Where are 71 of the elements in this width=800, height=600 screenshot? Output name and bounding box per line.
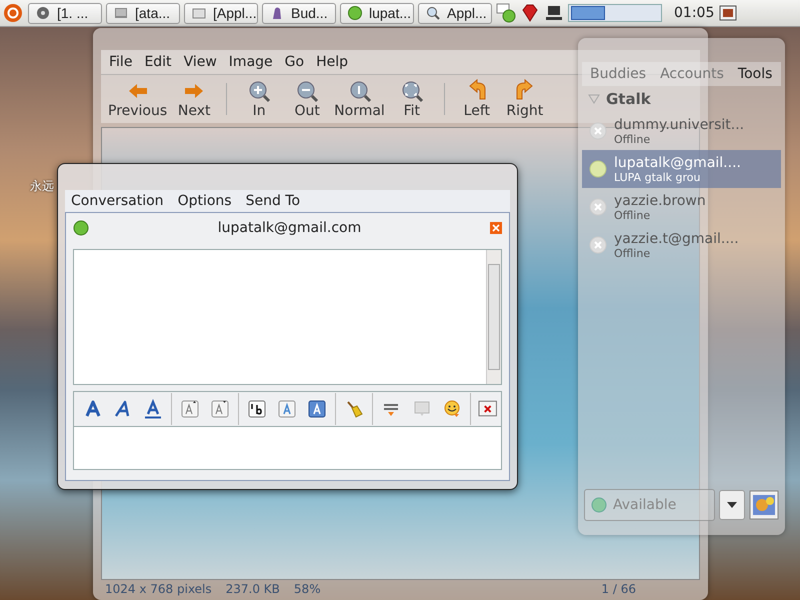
- buddy-name: dummy.universit...: [614, 116, 744, 132]
- menu-item[interactable]: Help: [316, 54, 348, 70]
- font-larger-icon: [180, 399, 200, 419]
- menu-item[interactable]: Send To: [246, 193, 300, 209]
- network-icon[interactable]: [544, 3, 564, 23]
- dropdown-button[interactable]: [719, 490, 745, 520]
- menu-item[interactable]: Go: [284, 54, 304, 70]
- zoom-in-icon: [247, 79, 272, 103]
- group-name: Gtalk: [606, 90, 651, 108]
- ubuntu-logo-icon[interactable]: [2, 2, 24, 24]
- close-tab-icon[interactable]: [478, 400, 497, 418]
- monitor-icon: [113, 5, 129, 21]
- menu-item[interactable]: Image: [228, 54, 273, 70]
- buddy-item[interactable]: yazzie.t@gmail.... Offline: [582, 226, 781, 264]
- toolbar-button[interactable]: Out: [286, 77, 328, 121]
- taskbar-button[interactable]: [1. ...: [28, 2, 102, 24]
- menu-item[interactable]: Tools: [738, 66, 772, 82]
- bold-icon: [83, 399, 104, 419]
- message-input-field[interactable]: [73, 426, 502, 470]
- menu-item[interactable]: View: [184, 54, 217, 70]
- buddy-status: Offline: [614, 246, 652, 260]
- show-desktop-icon[interactable]: [718, 3, 738, 23]
- buddy-status: Offline: [614, 132, 652, 146]
- disc-icon: [35, 5, 51, 21]
- buddy-status: Offline: [614, 208, 652, 222]
- toolbar-button[interactable]: Next: [173, 77, 216, 121]
- zoom-fit-icon: [400, 79, 424, 103]
- workspace-switcher[interactable]: [568, 4, 662, 22]
- taskbar-button[interactable]: lupat...: [340, 2, 414, 24]
- taskbar-button[interactable]: Bud...: [262, 2, 336, 24]
- menu-item[interactable]: File: [109, 54, 132, 70]
- buddy-item[interactable]: dummy.universit... Offline: [582, 112, 781, 150]
- buddy-status: LUPA gtalk grou: [614, 170, 702, 184]
- clock[interactable]: 01:05: [674, 5, 714, 21]
- status-text: 58%: [294, 582, 321, 598]
- taskbar-button[interactable]: Appl...: [418, 2, 492, 24]
- buddy-name: yazzie.brown: [614, 192, 706, 208]
- close-icon[interactable]: [490, 222, 502, 234]
- available-status-icon: [347, 5, 363, 21]
- available-status-icon: [591, 497, 607, 513]
- status-text: 1024 x 768 pixels: [105, 582, 212, 598]
- smiley-icon: [442, 399, 462, 419]
- menu-item[interactable]: Conversation: [71, 193, 164, 209]
- buddy-name: yazzie.t@gmail....: [614, 230, 739, 246]
- caret-icon: [727, 502, 737, 508]
- toolbar-button[interactable]: Right: [504, 77, 546, 121]
- toolbar-button[interactable]: Fit: [390, 77, 433, 121]
- underline-icon: [143, 399, 164, 419]
- toolbar-button[interactable]: In: [238, 77, 280, 121]
- scrollbar[interactable]: [486, 250, 501, 384]
- text-color-icon: [277, 399, 298, 419]
- zoom-normal-icon: [348, 79, 372, 103]
- font-smaller-icon: [210, 399, 230, 419]
- menu-item[interactable]: Edit: [144, 54, 172, 70]
- page-counter: 1 / 66: [601, 582, 636, 598]
- buddy-item[interactable]: yazzie.brown Offline: [582, 188, 781, 226]
- conversation-title: lupatalk@gmail.com: [216, 220, 362, 236]
- status-text: 237.0 KB: [226, 582, 280, 598]
- taskbar-button[interactable]: [Appl...: [184, 2, 258, 24]
- buddy-name: lupatalk@gmail....: [614, 154, 741, 170]
- chat-status-icon[interactable]: [496, 3, 516, 23]
- menu-item[interactable]: Options: [178, 193, 232, 209]
- taskbar-button[interactable]: [ata...: [106, 2, 180, 24]
- font-face-icon: [247, 399, 268, 419]
- magnifier-icon: [425, 5, 441, 21]
- zoom-out-icon: [295, 79, 320, 103]
- background-color-icon: [307, 399, 328, 419]
- gem-icon[interactable]: [520, 3, 540, 23]
- toolbar-button[interactable]: Left: [456, 77, 498, 121]
- toolbar-button[interactable]: Previous: [108, 77, 168, 121]
- toolbar-button[interactable]: Normal: [334, 77, 385, 121]
